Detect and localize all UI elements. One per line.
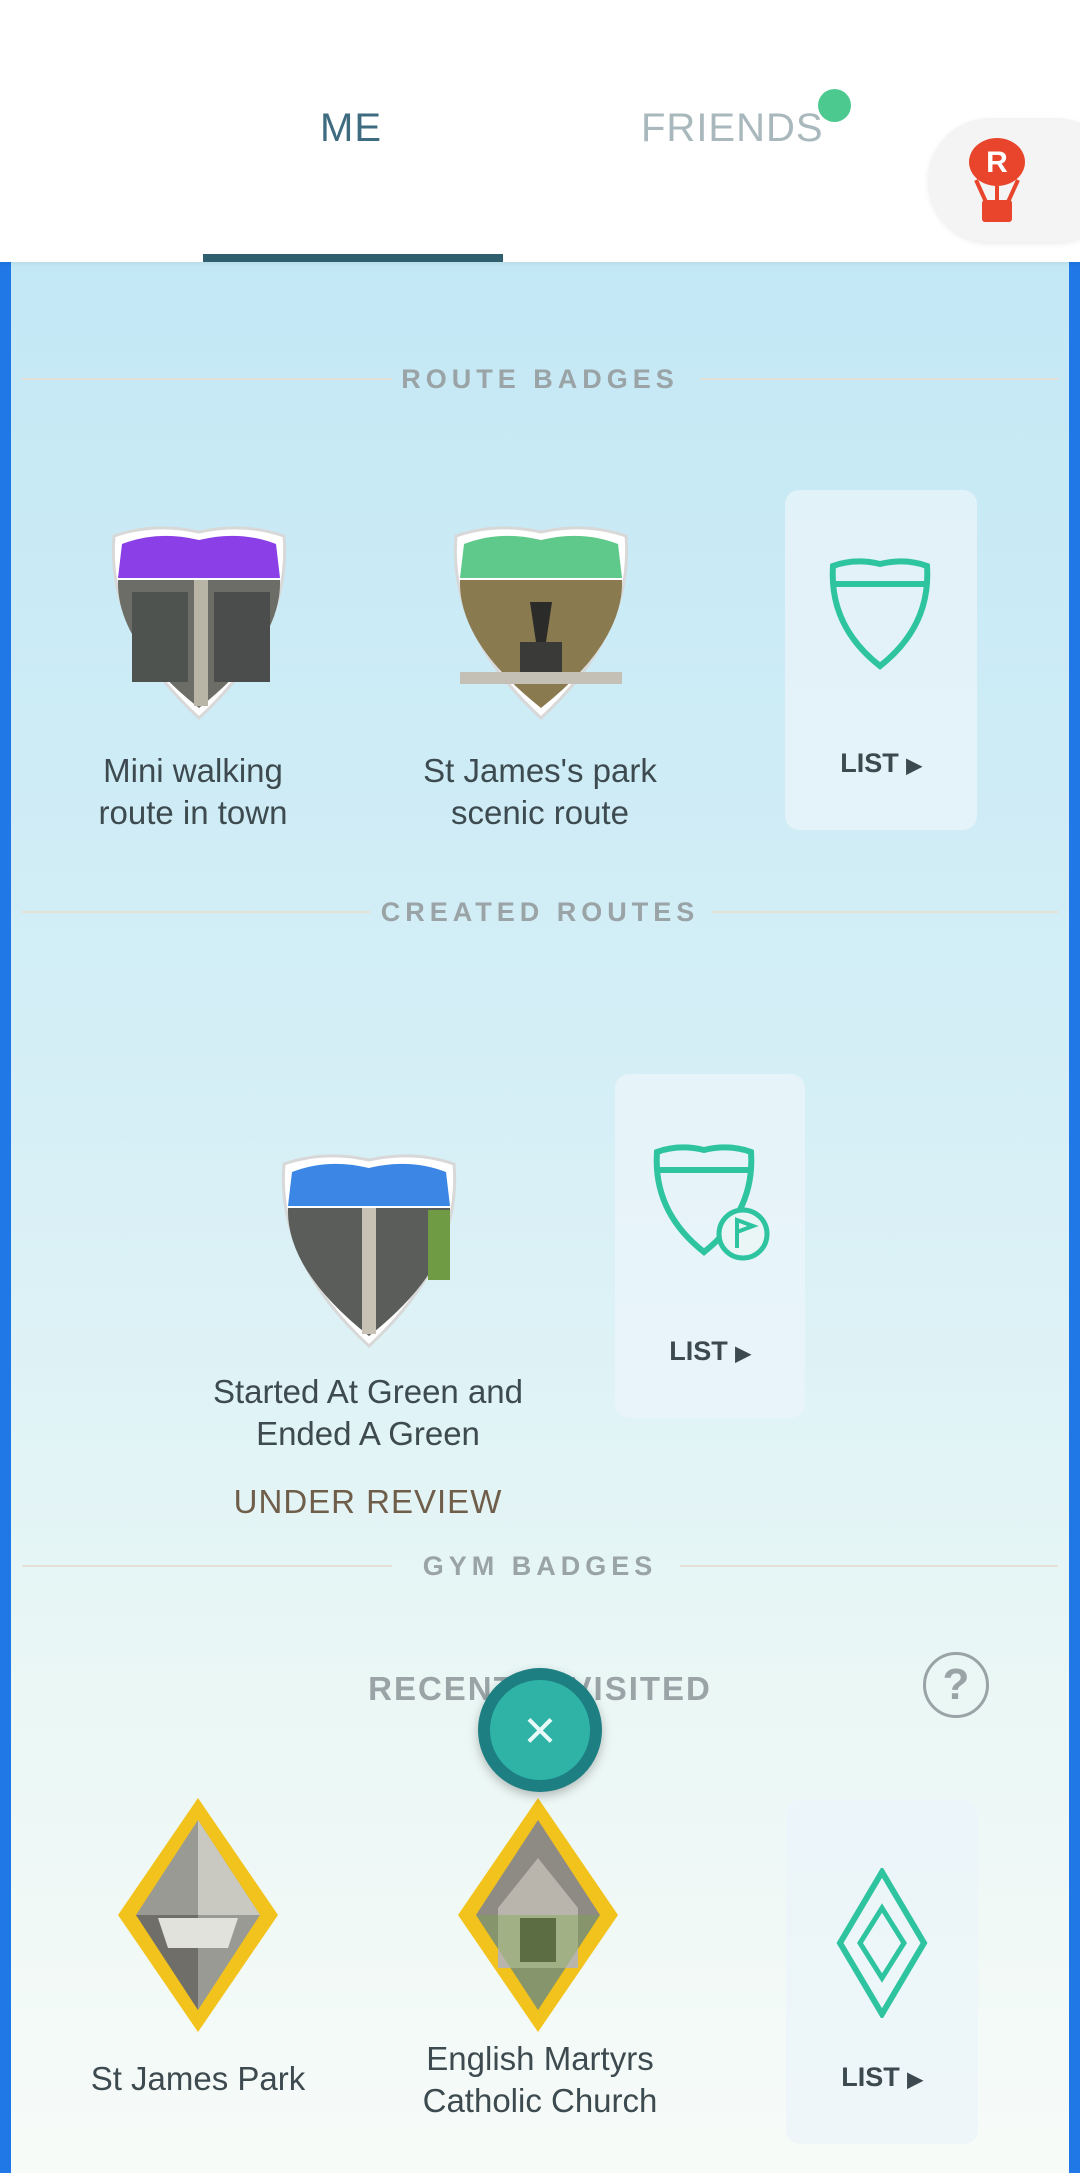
top-tab-bar: ME FRIENDS R [0, 0, 1080, 262]
gym-badge-label-line: English Martyrs [426, 2040, 654, 2077]
screen-edge-left [0, 262, 11, 2173]
route-badge-label-line: St James's park [423, 752, 657, 789]
gym-badge-label-line: Catholic Church [422, 2082, 658, 2119]
created-routes-title: CREATED ROUTES [380, 897, 700, 927]
screen-edge-right [1069, 262, 1080, 2173]
created-route-label-line: Started At Green and [212, 1373, 524, 1410]
route-badge-label-line: Mini walking [103, 752, 283, 789]
created-route-label: Started At Green and Ended A Green [188, 1371, 548, 1455]
play-arrow-icon: ▶ [906, 755, 922, 777]
route-flag-shield-icon [653, 1144, 770, 1261]
list-label: LIST ▶ [782, 2062, 982, 2093]
list-label: LIST ▶ [610, 1336, 810, 1367]
route-badge-label: Mini walking route in town [13, 750, 373, 834]
gym-badges-list-button[interactable]: LIST ▶ [786, 1800, 978, 2144]
list-label: LIST ▶ [781, 748, 981, 779]
close-icon: × [523, 1698, 557, 1761]
active-tab-indicator [203, 254, 503, 262]
route-shield-icon [829, 558, 931, 670]
close-button[interactable]: × [478, 1668, 602, 1792]
gym-badge-english-martyrs[interactable] [458, 1798, 618, 2032]
tab-me[interactable]: ME [320, 106, 382, 151]
gym-badge-st-james-park[interactable] [118, 1798, 278, 2032]
play-arrow-icon: ▶ [907, 2069, 923, 2091]
gym-badge-label: English Martyrs Catholic Church [360, 2038, 720, 2122]
under-review-status: UNDER REVIEW [233, 1483, 503, 1520]
list-text: LIST [840, 748, 899, 778]
route-badge-label: St James's park scenic route [360, 750, 720, 834]
rocket-balloon-icon: R [969, 138, 1025, 222]
play-arrow-icon: ▶ [735, 1343, 751, 1365]
gym-badges-title: GYM BADGES [422, 1551, 658, 1581]
route-badge-label-line: scenic route [451, 794, 629, 831]
route-badges-list-button[interactable]: LIST ▶ [785, 490, 977, 830]
created-routes-list-button[interactable]: LIST ▶ [615, 1074, 805, 1418]
route-badge-label-line: route in town [98, 794, 288, 831]
route-badge-st-james-park[interactable] [450, 522, 632, 722]
created-route-label-line: Ended A Green [256, 1415, 480, 1452]
route-badges-title: ROUTE BADGES [401, 364, 679, 394]
team-rocket-button[interactable]: R [928, 118, 1080, 242]
svg-text:R: R [986, 146, 1008, 179]
list-text: LIST [669, 1336, 728, 1366]
notification-dot [818, 89, 851, 122]
help-icon[interactable]: ? [923, 1652, 989, 1718]
created-route-badge[interactable] [278, 1150, 460, 1350]
gym-badge-label: St James Park [90, 2060, 306, 2097]
list-text: LIST [841, 2062, 900, 2092]
route-badge-mini-walking[interactable] [108, 522, 290, 722]
tab-friends[interactable]: FRIENDS [641, 106, 824, 151]
gym-diamond-icon [836, 1868, 928, 2018]
